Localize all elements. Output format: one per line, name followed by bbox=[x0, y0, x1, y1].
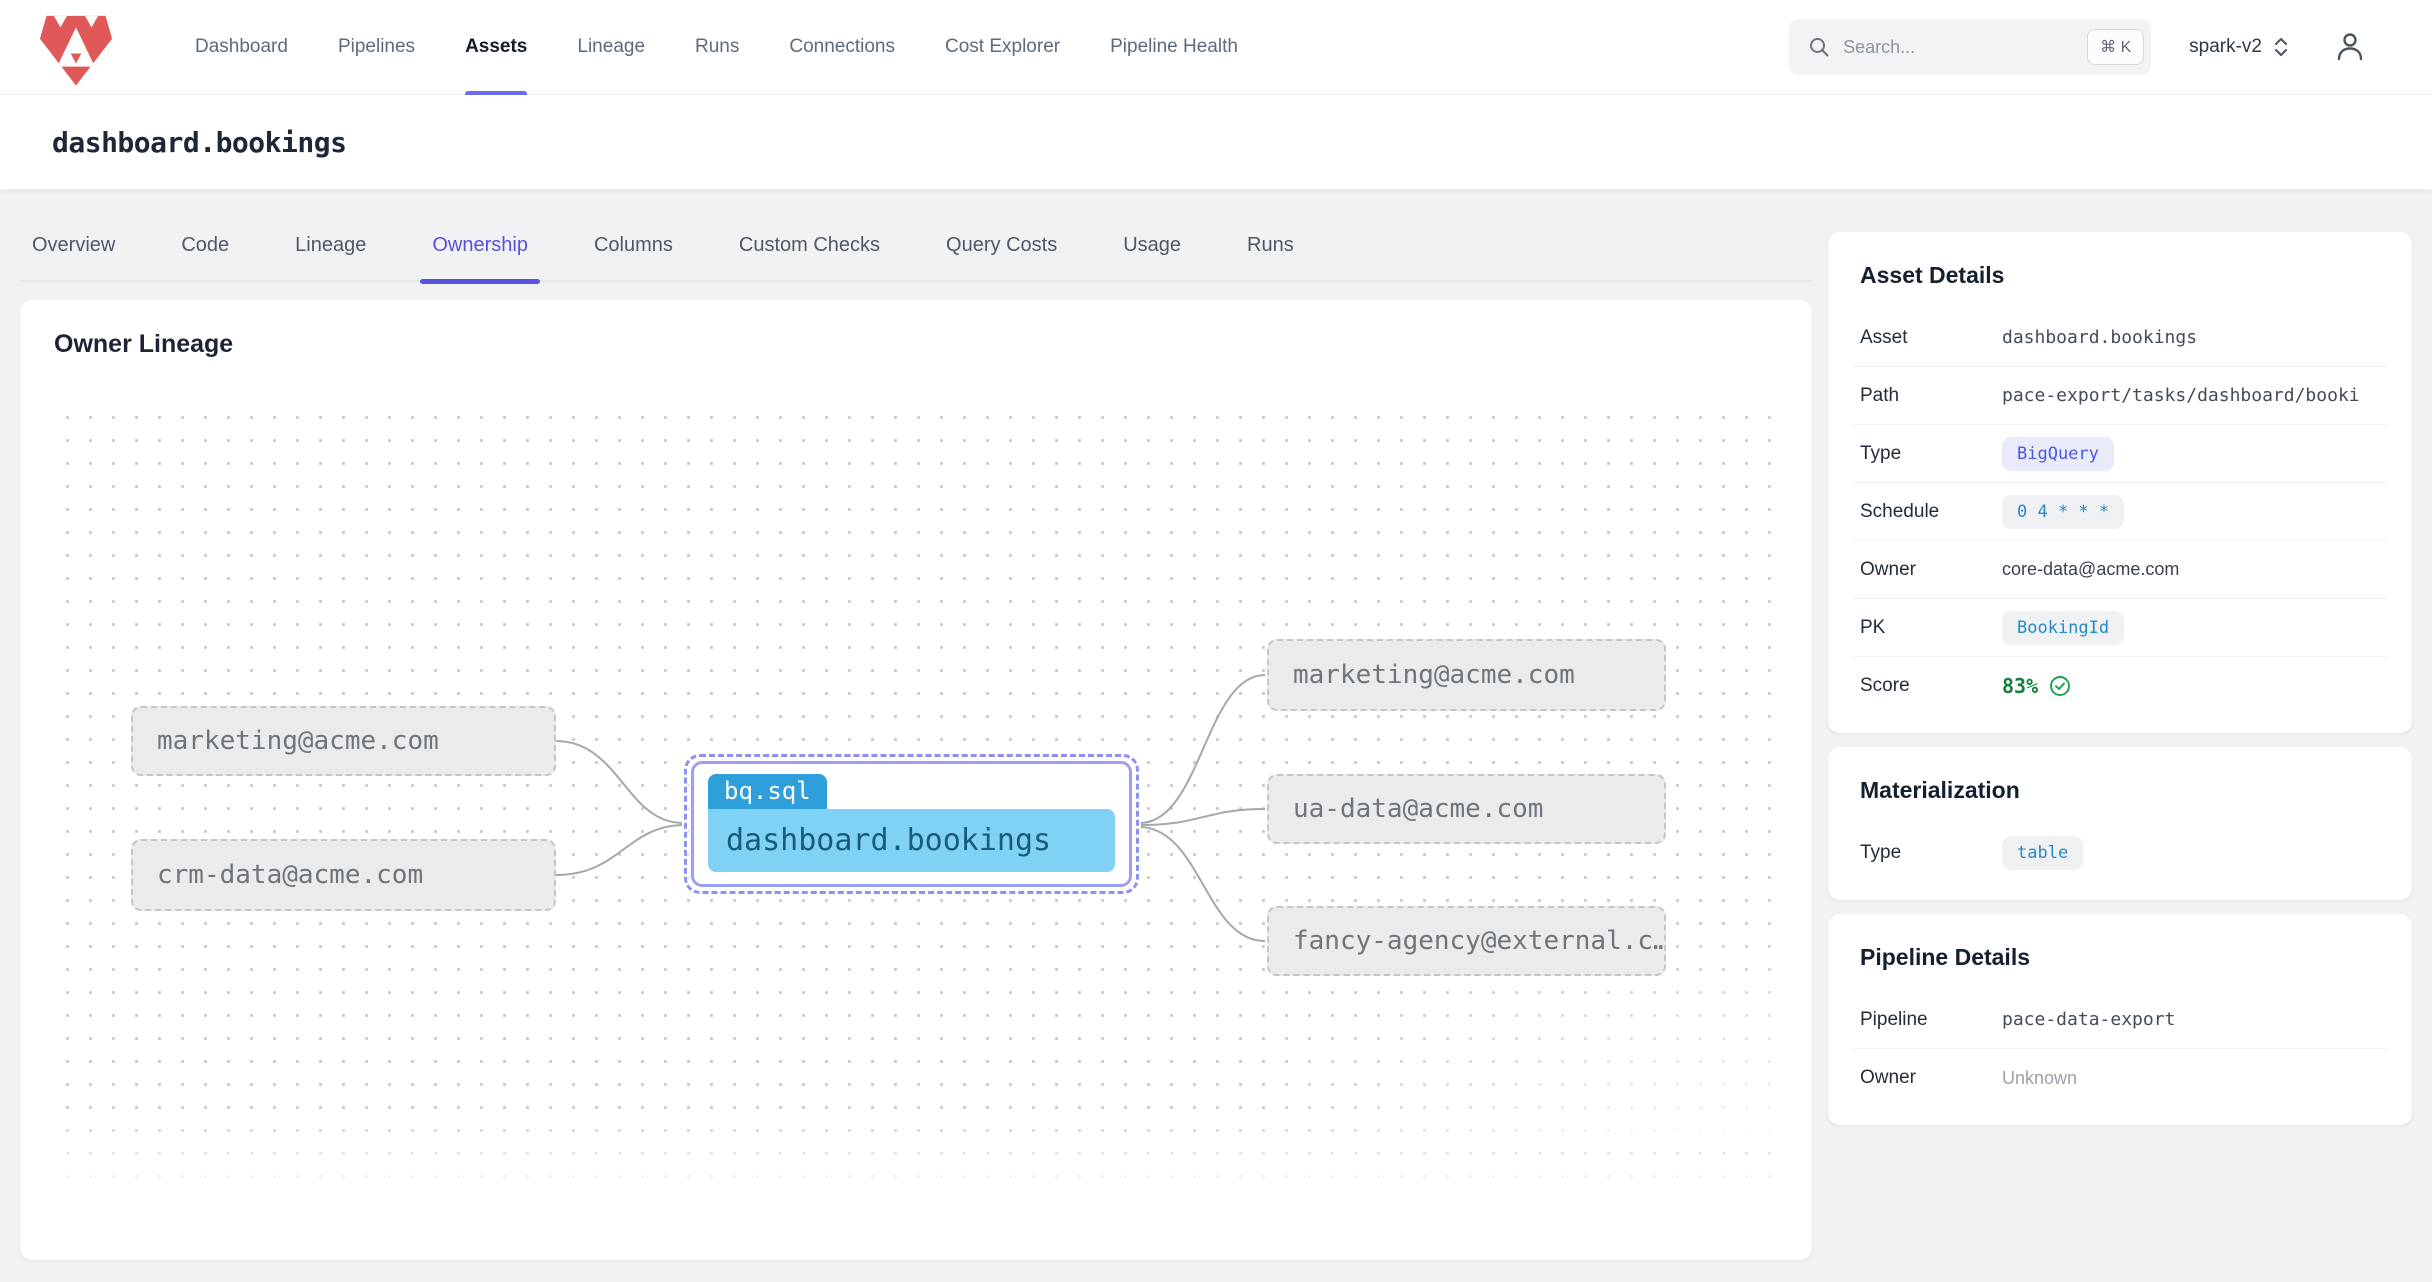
brand-logo-icon[interactable] bbox=[28, 4, 124, 90]
upstream-owner-node[interactable]: crm-data@acme.com bbox=[131, 839, 556, 911]
detail-row-score: Score 83% bbox=[1852, 657, 2388, 715]
tab-custom-checks[interactable]: Custom Checks bbox=[727, 209, 892, 281]
search-input[interactable] bbox=[1843, 36, 2076, 58]
nav-item-cost-explorer[interactable]: Cost Explorer bbox=[920, 0, 1085, 95]
score-value-wrap: 83% bbox=[2002, 674, 2072, 698]
top-navbar: Dashboard Pipelines Assets Lineage Runs … bbox=[0, 0, 2432, 95]
owner-lineage-heading: Owner Lineage bbox=[54, 330, 234, 358]
detail-row-owner: Owner core-data@acme.com bbox=[1852, 541, 2388, 599]
detail-row-pk: PK BookingId bbox=[1852, 599, 2388, 657]
materialization-heading: Materialization bbox=[1860, 777, 2020, 803]
detail-value: Unknown bbox=[2002, 1067, 2078, 1088]
primary-key-badge: BookingId bbox=[2002, 610, 2125, 645]
detail-label: Schedule bbox=[1860, 500, 1940, 522]
detail-row-path: Path pace-export/tasks/dashboard/booki bbox=[1852, 367, 2388, 425]
detail-label: Type bbox=[1860, 442, 1902, 464]
content-area: Overview Code Lineage Ownership Columns … bbox=[0, 190, 2432, 1260]
detail-label: Owner bbox=[1860, 558, 1916, 580]
focused-asset-label: dashboard.bookings bbox=[708, 809, 1115, 872]
nav-item-connections[interactable]: Connections bbox=[764, 0, 920, 95]
owner-lineage-card: Owner Lineage marketing@acme.com crm-dat… bbox=[20, 300, 1812, 1260]
user-menu-button[interactable] bbox=[2328, 25, 2372, 69]
detail-label: Owner bbox=[1860, 1067, 1916, 1088]
detail-row-type: Type BigQuery bbox=[1852, 425, 2388, 483]
detail-row-asset: Asset dashboard.bookings bbox=[1852, 309, 2388, 367]
search-box[interactable]: ⌘ K bbox=[1789, 19, 2152, 75]
bigquery-badge: BigQuery bbox=[2002, 436, 2114, 471]
tab-overview[interactable]: Overview bbox=[20, 209, 127, 281]
asset-type-tag: bq.sql bbox=[708, 774, 827, 809]
lineage-canvas[interactable]: marketing@acme.com crm-data@acme.com bq.… bbox=[54, 404, 1788, 1219]
detail-label: Asset bbox=[1860, 326, 1908, 348]
detail-label: Path bbox=[1860, 384, 1900, 406]
detail-label: Pipeline bbox=[1860, 1008, 1928, 1030]
detail-label: PK bbox=[1860, 616, 1886, 638]
navbar-right: ⌘ K spark-v2 bbox=[1789, 19, 2372, 75]
main-nav: Dashboard Pipelines Assets Lineage Runs … bbox=[170, 0, 1263, 95]
main-column: Overview Code Lineage Ownership Columns … bbox=[20, 190, 1812, 1260]
downstream-owner-node[interactable]: fancy-agency@external.c… bbox=[1267, 906, 1666, 976]
schedule-cron-badge: 0 4 * * * bbox=[2002, 494, 2125, 529]
bruin-bear-logo-icon bbox=[39, 15, 113, 86]
nav-item-pipeline-health[interactable]: Pipeline Health bbox=[1085, 0, 1263, 95]
nav-item-assets[interactable]: Assets bbox=[440, 0, 552, 95]
detail-row-schedule: Schedule 0 4 * * * bbox=[1852, 483, 2388, 541]
downstream-owner-node[interactable]: marketing@acme.com bbox=[1267, 639, 1666, 711]
detail-value: dashboard.bookings bbox=[2002, 327, 2198, 348]
tab-runs[interactable]: Runs bbox=[1235, 209, 1306, 281]
tab-lineage[interactable]: Lineage bbox=[283, 209, 378, 281]
detail-row-pipeline: Pipeline pace-data-export bbox=[1852, 991, 2388, 1049]
tab-query-costs[interactable]: Query Costs bbox=[934, 209, 1069, 281]
environment-selector[interactable]: spark-v2 bbox=[2189, 35, 2290, 59]
detail-label: Score bbox=[1860, 675, 1910, 696]
materialization-card: Materialization Type table bbox=[1828, 747, 2412, 900]
downstream-owner-node[interactable]: ua-data@acme.com bbox=[1267, 774, 1666, 844]
tab-columns[interactable]: Columns bbox=[582, 209, 685, 281]
focused-asset-node[interactable]: bq.sql dashboard.bookings bbox=[684, 754, 1139, 894]
asset-tabs: Overview Code Lineage Ownership Columns … bbox=[20, 209, 1812, 284]
environment-value: spark-v2 bbox=[2189, 36, 2262, 57]
detail-label: Type bbox=[1860, 842, 1902, 863]
pipeline-details-heading: Pipeline Details bbox=[1860, 944, 2031, 970]
asset-details-card: Asset Details Asset dashboard.bookings P… bbox=[1828, 232, 2412, 733]
focused-asset-node-body: bq.sql dashboard.bookings bbox=[691, 761, 1132, 887]
nav-item-pipelines[interactable]: Pipelines bbox=[313, 0, 440, 95]
tab-usage[interactable]: Usage bbox=[1111, 209, 1193, 281]
detail-value: core-data@acme.com bbox=[2002, 559, 2180, 579]
verified-check-icon bbox=[2050, 676, 2071, 696]
search-shortcut-kbd: ⌘ K bbox=[2087, 29, 2145, 65]
materialization-type-badge: table bbox=[2002, 836, 2084, 870]
details-sidebar: Asset Details Asset dashboard.bookings P… bbox=[1828, 232, 2412, 1125]
score-value: 83% bbox=[2002, 674, 2039, 698]
detail-value: pace-export/tasks/dashboard/booki bbox=[2002, 385, 2360, 406]
user-icon bbox=[2337, 33, 2363, 61]
detail-value: pace-data-export bbox=[2002, 1009, 2176, 1030]
asset-details-heading: Asset Details bbox=[1860, 262, 2005, 288]
pipeline-details-card: Pipeline Details Pipeline pace-data-expo… bbox=[1828, 914, 2412, 1125]
detail-row-pipeline-owner: Owner Unknown bbox=[1852, 1049, 2388, 1107]
nav-item-dashboard[interactable]: Dashboard bbox=[170, 0, 313, 95]
nav-item-lineage[interactable]: Lineage bbox=[552, 0, 670, 95]
tab-code[interactable]: Code bbox=[169, 209, 241, 281]
chevron-up-down-icon bbox=[2275, 38, 2287, 56]
title-bar: dashboard.bookings bbox=[0, 95, 2432, 190]
tab-ownership[interactable]: Ownership bbox=[420, 209, 540, 284]
search-icon bbox=[1810, 38, 1829, 57]
page-title: dashboard.bookings bbox=[52, 125, 347, 159]
nav-item-runs[interactable]: Runs bbox=[670, 0, 764, 95]
upstream-owner-node[interactable]: marketing@acme.com bbox=[131, 706, 556, 776]
detail-row-mat-type: Type table bbox=[1852, 824, 2388, 882]
